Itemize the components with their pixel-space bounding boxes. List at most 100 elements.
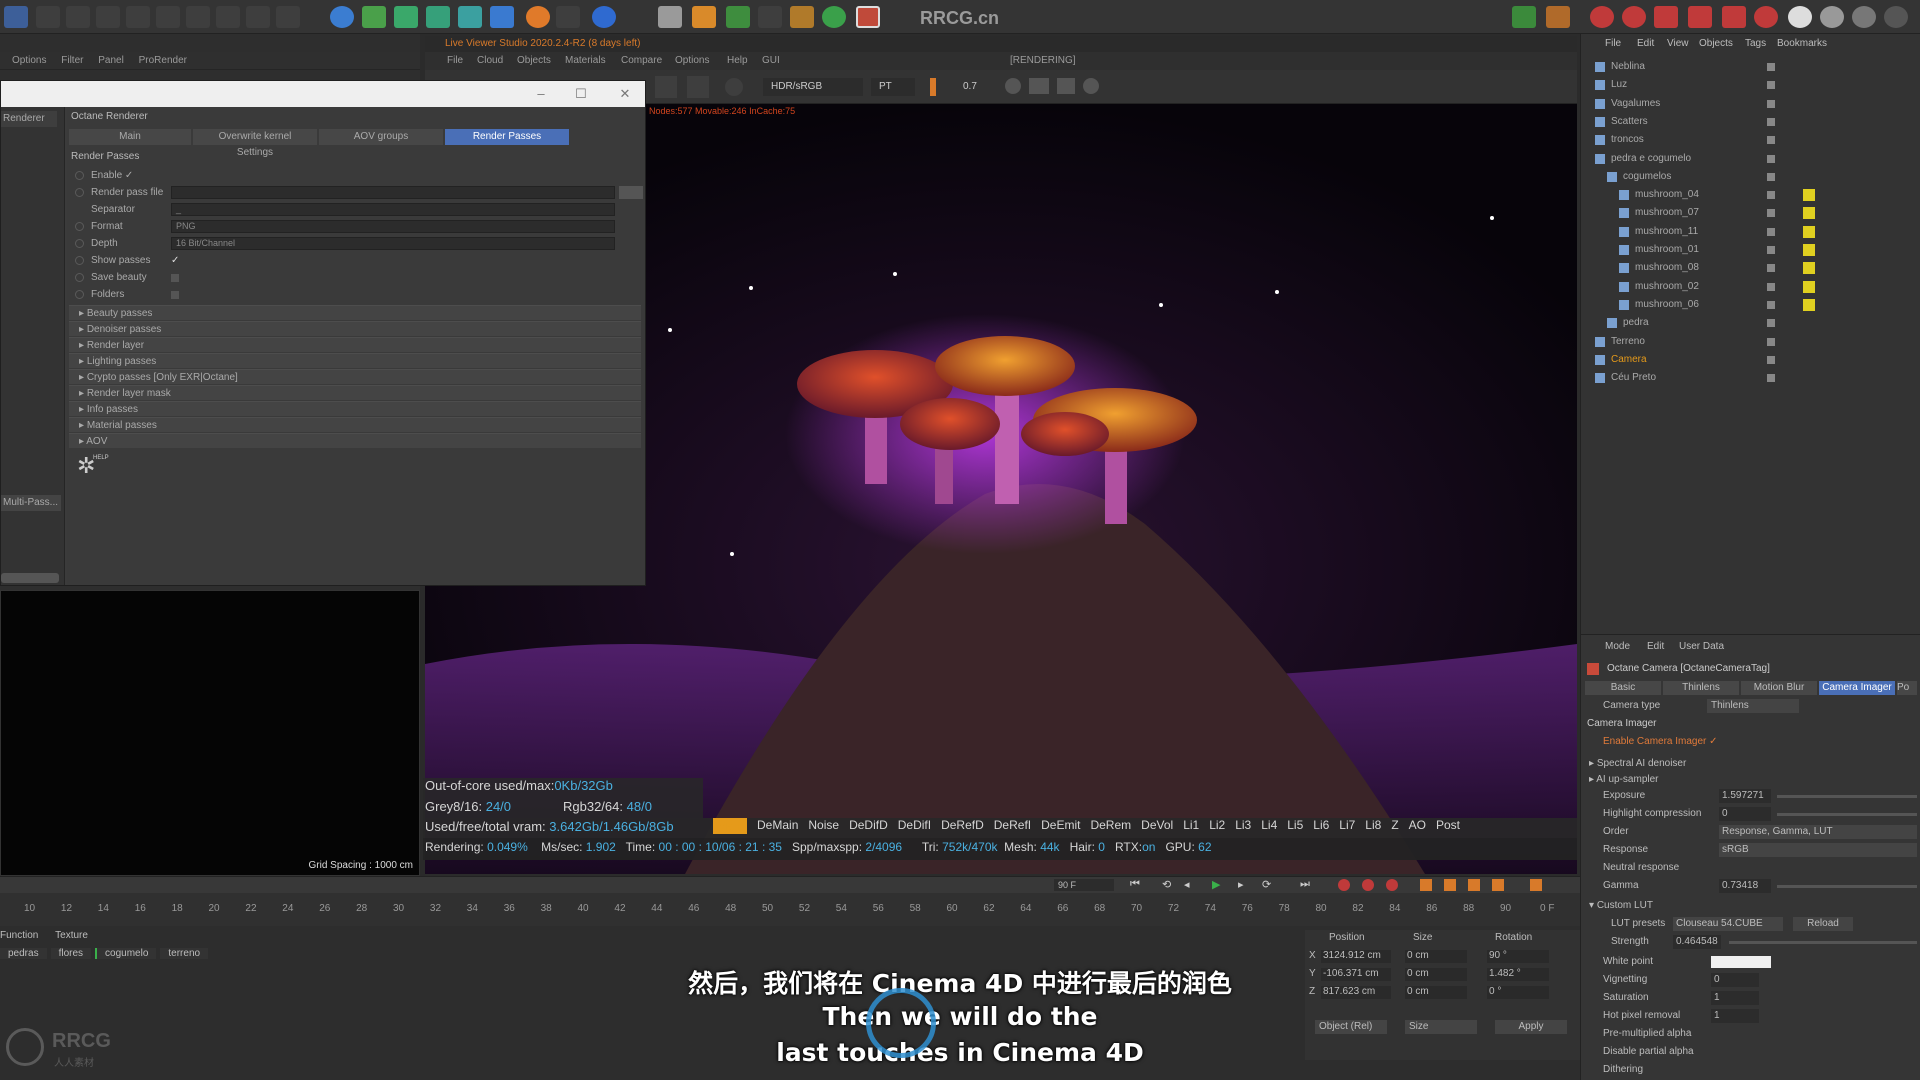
pass-tab-li5[interactable]: Li5: [1287, 818, 1303, 834]
size-x-input[interactable]: 0 cm: [1405, 950, 1467, 963]
scale-tool-icon[interactable]: [36, 6, 60, 28]
autokey-icon[interactable]: [1362, 879, 1374, 891]
exposure-slider[interactable]: [1777, 795, 1917, 798]
pass-tab-derefi[interactable]: DeRefI: [994, 818, 1031, 834]
viewer-menu-objects[interactable]: Objects: [517, 55, 551, 66]
move-tool-icon[interactable]: [4, 6, 28, 28]
object-row[interactable]: Terreno: [1581, 333, 1920, 351]
show-passes-radio[interactable]: [75, 256, 84, 265]
pass-tab-dedifd[interactable]: DeDifD: [849, 818, 888, 834]
attr-tab-basic[interactable]: Basic: [1585, 681, 1661, 695]
browse-button[interactable]: [619, 186, 643, 199]
material-tag-icon[interactable]: [1803, 225, 1815, 238]
grey-sphere-icon[interactable]: [1820, 6, 1844, 28]
refresh-icon[interactable]: [1512, 6, 1536, 28]
group-material[interactable]: ▸ Material passes: [69, 417, 641, 432]
group-info[interactable]: ▸ Info passes: [69, 401, 641, 416]
next-key-icon[interactable]: ⟳: [1262, 878, 1271, 891]
field-tool-icon[interactable]: [276, 6, 300, 28]
octane-settings-icon[interactable]: [692, 6, 716, 28]
first-frame-icon[interactable]: ⏮: [1130, 878, 1140, 891]
sphere-tool-icon[interactable]: [216, 6, 240, 28]
play-icon[interactable]: ▶: [1212, 878, 1220, 891]
strength-slider[interactable]: [1729, 941, 1917, 944]
key-rotation-icon[interactable]: [1468, 879, 1480, 891]
layout-icon[interactable]: [658, 6, 682, 28]
custom-lut-group[interactable]: ▾ Custom LUT: [1581, 897, 1920, 915]
pass-tab-z[interactable]: Z: [1391, 818, 1398, 834]
object-row[interactable]: Camera: [1581, 351, 1920, 369]
material-pedras[interactable]: pedras: [0, 948, 47, 959]
pass-tab-ao[interactable]: AO: [1409, 818, 1426, 834]
menu-texture[interactable]: Texture: [55, 930, 88, 941]
object-row[interactable]: Luz: [1581, 76, 1920, 94]
stop-icon[interactable]: [1083, 78, 1099, 94]
reload-button[interactable]: Reload: [1793, 917, 1853, 931]
tab-overwrite-kernel[interactable]: Overwrite kernel Settings: [193, 129, 317, 158]
camera-type-select[interactable]: Thinlens: [1707, 699, 1799, 713]
pin-icon[interactable]: [1722, 6, 1746, 28]
dynamics-icon[interactable]: [458, 6, 482, 28]
viewer-menu-cloud[interactable]: Cloud: [477, 55, 503, 66]
render-queue-icon[interactable]: [1546, 6, 1570, 28]
gamma-input[interactable]: 0.73418: [1719, 879, 1771, 893]
depth-select[interactable]: 16 Bit/Channel: [171, 237, 615, 250]
effector-icon[interactable]: [426, 6, 450, 28]
object-row[interactable]: troncos: [1581, 131, 1920, 149]
close-icon[interactable]: ✕: [613, 85, 637, 103]
viewer-menu-gui[interactable]: GUI: [762, 55, 780, 66]
order-select[interactable]: Response, Gamma, LUT: [1719, 825, 1917, 839]
pass-tab-li3[interactable]: Li3: [1235, 818, 1251, 834]
dark-sphere-icon[interactable]: [1852, 6, 1876, 28]
separator-input[interactable]: _: [171, 203, 615, 216]
black-sphere-icon[interactable]: [1884, 6, 1908, 28]
cars-icon[interactable]: [1688, 6, 1712, 28]
highlight-input[interactable]: 0: [1719, 807, 1771, 821]
renderer-dropdown[interactable]: Renderer: [1, 111, 57, 127]
strength-input[interactable]: 0.464548: [1673, 935, 1721, 949]
next-frame-icon[interactable]: ▸: [1238, 878, 1244, 891]
visibility-toggle[interactable]: [1767, 209, 1775, 218]
keyframe-selection-icon[interactable]: [1386, 879, 1398, 891]
pass-tab-derem[interactable]: DeRem: [1090, 818, 1131, 834]
pass-tab-dedifi[interactable]: DeDifI: [898, 818, 931, 834]
key-position-icon[interactable]: [1420, 879, 1432, 891]
record-icon[interactable]: [856, 6, 880, 28]
pos-x-input[interactable]: 3124.912 cm: [1321, 950, 1391, 963]
object-row[interactable]: pedra e cogumelo: [1581, 150, 1920, 168]
menu-function[interactable]: Function: [0, 930, 38, 941]
attr-tab-po[interactable]: Po: [1897, 681, 1917, 695]
visibility-toggle[interactable]: [1767, 300, 1775, 309]
lut-presets-select[interactable]: Clouseau 54.CUBE: [1673, 917, 1783, 931]
pass-tab-deemit[interactable]: DeEmit: [1041, 818, 1080, 834]
colorspace-select[interactable]: HDR/sRGB: [763, 78, 863, 96]
menu-options[interactable]: Options: [12, 55, 46, 66]
visibility-toggle[interactable]: [1767, 81, 1775, 90]
pass-tab-main[interactable]: Main: [713, 818, 748, 834]
sun-icon[interactable]: [1754, 6, 1778, 28]
viewer-menu-options[interactable]: Options: [675, 55, 709, 66]
object-row[interactable]: mushroom_07: [1581, 204, 1920, 222]
visibility-toggle[interactable]: [1767, 117, 1775, 126]
dialog-titlebar[interactable]: – ☐ ✕: [1, 81, 645, 107]
maximize-icon[interactable]: ☐: [569, 85, 593, 103]
material-flores[interactable]: flores: [50, 948, 92, 959]
group-render-layer-mask[interactable]: ▸ Render layer mask: [69, 385, 641, 400]
s-plugin-icon[interactable]: [526, 6, 550, 28]
visibility-toggle[interactable]: [1767, 337, 1775, 346]
pass-tab-li8[interactable]: Li8: [1365, 818, 1381, 834]
attr-tab-camera-imager[interactable]: Camera Imager: [1819, 681, 1895, 695]
pass-tab-post[interactable]: Post: [1436, 818, 1460, 834]
menu-filter[interactable]: Filter: [61, 55, 83, 66]
pass-tab-li2[interactable]: Li2: [1209, 818, 1225, 834]
folders-row[interactable]: Folders: [69, 286, 641, 303]
show-passes-check[interactable]: ✓: [171, 252, 179, 269]
prev-key-icon[interactable]: ⟲: [1162, 878, 1171, 891]
visibility-toggle[interactable]: [1767, 319, 1775, 328]
material-tag-icon[interactable]: [1803, 280, 1815, 293]
visibility-toggle[interactable]: [1767, 246, 1775, 254]
cloud-icon[interactable]: [1654, 6, 1678, 28]
target-icon[interactable]: [1590, 6, 1614, 28]
object-row[interactable]: mushroom_01: [1581, 241, 1920, 259]
pass-file-input[interactable]: [171, 186, 615, 199]
